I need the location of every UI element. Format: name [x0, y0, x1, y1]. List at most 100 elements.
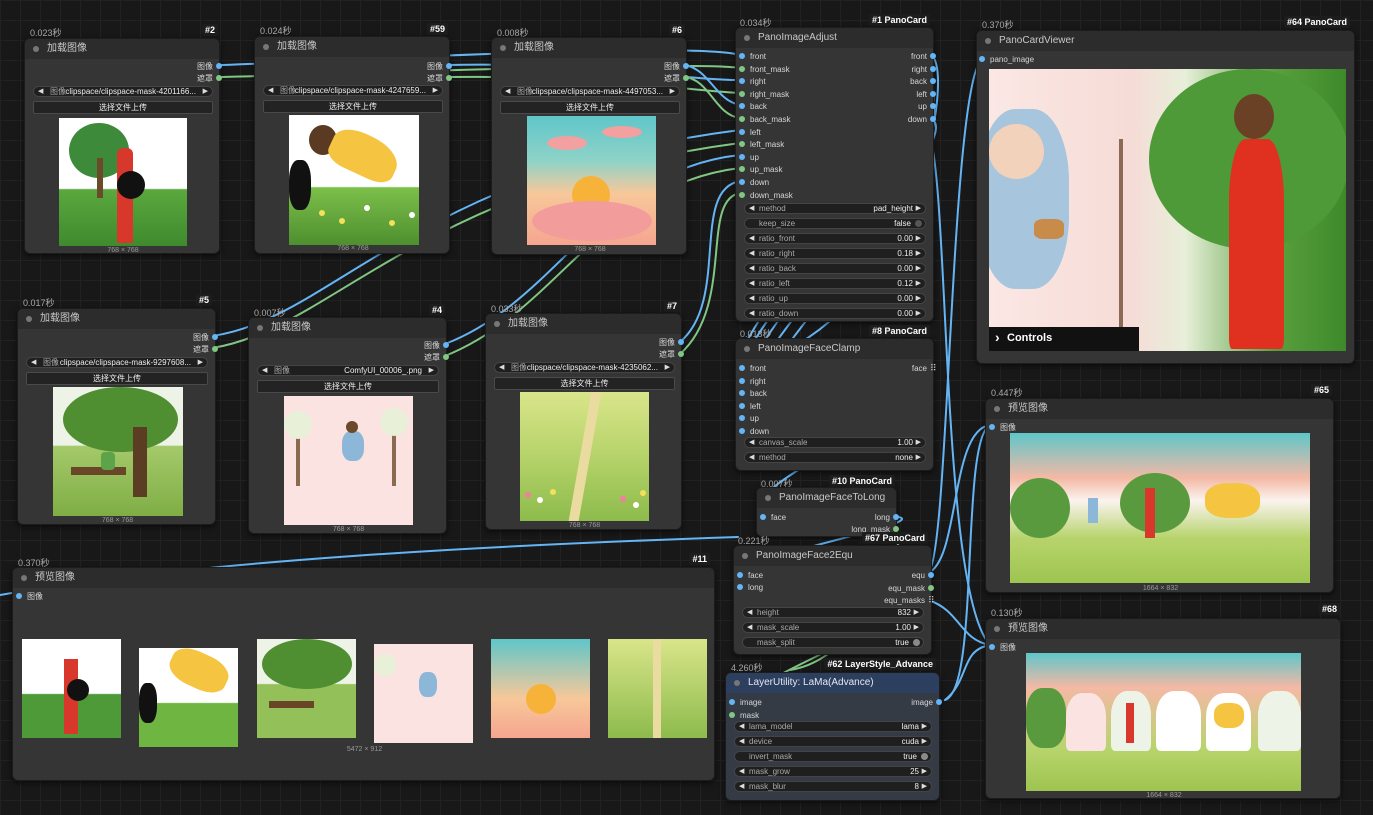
output-mask[interactable]: 遮罩 — [664, 73, 689, 84]
widget-5[interactable]: ◀ ratio_left 0.12 ▶ — [744, 278, 926, 289]
input-front[interactable]: front — [739, 363, 766, 374]
input-long[interactable]: long — [737, 582, 763, 593]
widget-1[interactable]: ◀ method none ▶ — [744, 452, 926, 463]
node-title[interactable]: 加载图像 — [25, 39, 219, 59]
widget-2[interactable]: invert_mask true — [734, 751, 932, 762]
decrement-arrow[interactable]: ◀ — [749, 204, 754, 213]
output-equ[interactable]: equ — [912, 570, 935, 581]
increment-arrow[interactable]: ▶ — [916, 264, 921, 273]
node-title[interactable]: 加载图像 — [486, 314, 681, 334]
upload-button[interactable]: 选择文件上传 — [257, 380, 439, 393]
input-back_mask[interactable]: back_mask — [739, 114, 790, 125]
output-up[interactable]: up — [918, 101, 936, 112]
node-title[interactable]: 预览图像 — [986, 619, 1340, 639]
input-front_mask[interactable]: front_mask — [739, 64, 790, 75]
increment-arrow[interactable]: ▶ — [916, 453, 921, 462]
output-image[interactable]: 图像 — [664, 61, 689, 72]
widget-1[interactable]: keep_size false — [744, 218, 926, 229]
output-image[interactable]: 图像 — [427, 61, 452, 72]
output-image[interactable]: image — [911, 697, 942, 708]
input-image[interactable]: 图像 — [989, 642, 1016, 653]
load-image-node-6[interactable]: 加载图像 图像 遮罩 ◀ 图像 clipspace/clipspace-mask-4… — [491, 37, 689, 255]
widget-4[interactable]: ◀ mask_blur 8 ▶ — [734, 781, 932, 792]
node-title[interactable]: 预览图像 — [13, 568, 714, 588]
increment-arrow[interactable]: ▶ — [914, 623, 919, 632]
output-mask[interactable]: 遮罩 — [427, 73, 452, 84]
node-title[interactable]: 加载图像 — [18, 309, 215, 329]
decrement-arrow[interactable]: ◀ — [739, 782, 744, 791]
load-image-node-7[interactable]: 加载图像 图像 遮罩 ◀ 图像 clipspace/clipspace-mask-4… — [485, 313, 684, 530]
upload-button[interactable]: 选择文件上传 — [494, 377, 675, 390]
input-right[interactable]: right — [739, 76, 766, 87]
input-up[interactable]: up — [739, 413, 759, 424]
pano-card-viewer-node[interactable]: PanoCardViewer pano_image Controls — [976, 30, 1355, 364]
node-title[interactable]: 加载图像 — [249, 318, 446, 338]
widget-3[interactable]: ◀ ratio_right 0.18 ▶ — [744, 248, 926, 259]
preview-image-node-68[interactable]: 预览图像 图像 1664 × 832 — [985, 618, 1341, 799]
image-file-select[interactable]: ◀ 图像 clipspace/clipspace-mask-4201166... ▶ — [33, 86, 213, 97]
decrement-arrow[interactable]: ◀ — [739, 767, 744, 776]
node-title[interactable]: 预览图像 — [986, 399, 1333, 419]
output-down[interactable]: down — [908, 114, 937, 125]
output-equ-mask[interactable]: equ_mask — [888, 583, 934, 594]
output-face[interactable]: face — [912, 363, 936, 374]
panorama-viewer[interactable]: Controls — [989, 69, 1346, 351]
node-title[interactable]: 加载图像 — [255, 37, 449, 57]
upload-button[interactable]: 选择文件上传 — [33, 101, 213, 114]
widget-3[interactable]: ◀ mask_grow 25 ▶ — [734, 766, 932, 777]
output-long[interactable]: long — [875, 512, 900, 523]
input-face[interactable]: face — [760, 512, 786, 523]
increment-arrow[interactable]: ▶ — [916, 309, 921, 318]
widget-4[interactable]: ◀ ratio_back 0.00 ▶ — [744, 263, 926, 274]
increment-arrow[interactable]: ▶ — [916, 249, 921, 258]
increment-arrow[interactable]: ▶ — [916, 279, 921, 288]
output-image[interactable]: 图像 — [659, 337, 684, 348]
input-up_mask[interactable]: up_mask — [739, 164, 782, 175]
increment-arrow[interactable]: ▶ — [922, 737, 927, 746]
widget-0[interactable]: ◀ method pad_height ▶ — [744, 203, 926, 214]
output-left[interactable]: left — [916, 89, 936, 100]
decrement-arrow[interactable]: ◀ — [739, 722, 744, 731]
upload-button[interactable]: 选择文件上传 — [26, 372, 208, 385]
input-back[interactable]: back — [739, 101, 767, 112]
input-down[interactable]: down — [739, 177, 769, 188]
output-front[interactable]: front — [911, 51, 937, 62]
widget-0[interactable]: ◀ canvas_scale 1.00 ▶ — [744, 437, 926, 448]
decrement-arrow[interactable]: ◀ — [749, 309, 754, 318]
input-left_mask[interactable]: left_mask — [739, 139, 784, 150]
input-image[interactable]: image — [729, 697, 762, 708]
load-image-node-2[interactable]: 加载图像 图像 遮罩 ◀ 图像 clipspace/clipspace-mask-4… — [24, 38, 222, 254]
widget-7[interactable]: ◀ ratio_down 0.00 ▶ — [744, 308, 926, 319]
preview-image-node-65[interactable]: 预览图像 图像 1664 × 832 — [985, 398, 1334, 593]
widget-6[interactable]: ◀ ratio_up 0.00 ▶ — [744, 293, 926, 304]
pano-image-face-clamp-node[interactable]: PanoImageFaceClamp front right back left up d… — [735, 338, 936, 471]
pano-image-face2equ-node[interactable]: PanoImageFace2Equ face long equ equ_mask equ… — [733, 545, 935, 655]
output-mask[interactable]: 遮罩 — [424, 352, 449, 363]
widget-1[interactable]: ◀ device cuda ▶ — [734, 736, 932, 747]
input-image[interactable]: 图像 — [989, 422, 1016, 433]
output-equ-masks[interactable]: equ_masks — [884, 595, 934, 606]
node-title[interactable]: PanoImageFaceToLong — [757, 488, 896, 508]
input-face[interactable]: face — [737, 570, 763, 581]
decrement-arrow[interactable]: ◀ — [749, 249, 754, 258]
decrement-arrow[interactable]: ◀ — [749, 234, 754, 243]
increment-arrow[interactable]: ▶ — [916, 294, 921, 303]
image-file-select[interactable]: ◀ 图像 ComfyUI_00006_.png ▶ — [257, 365, 439, 376]
pano-image-adjust-node[interactable]: PanoImageAdjust front front_mask right righ… — [735, 27, 937, 322]
increment-arrow[interactable]: ▶ — [916, 438, 921, 447]
output-image[interactable]: 图像 — [193, 332, 218, 343]
input-right_mask[interactable]: right_mask — [739, 89, 789, 100]
load-image-node-5[interactable]: 加载图像 图像 遮罩 ◀ 图像 clipspace/clipspace-mask-9… — [17, 308, 218, 525]
widget-2[interactable]: ◀ ratio_front 0.00 ▶ — [744, 233, 926, 244]
decrement-arrow[interactable]: ◀ — [749, 294, 754, 303]
increment-arrow[interactable]: ▶ — [922, 767, 927, 776]
output-mask[interactable]: 遮罩 — [193, 344, 218, 355]
image-file-select[interactable]: ◀ 图像 clipspace/clipspace-mask-4247659... ▶ — [263, 85, 443, 96]
input-front[interactable]: front — [739, 51, 766, 62]
increment-arrow[interactable]: ▶ — [914, 608, 919, 617]
image-file-select[interactable]: ◀ 图像 clipspace/clipspace-mask-4497053... ▶ — [500, 86, 680, 97]
decrement-arrow[interactable]: ◀ — [749, 438, 754, 447]
output-back[interactable]: back — [910, 76, 936, 87]
input-back[interactable]: back — [739, 388, 767, 399]
upload-button[interactable]: 选择文件上传 — [500, 101, 680, 114]
